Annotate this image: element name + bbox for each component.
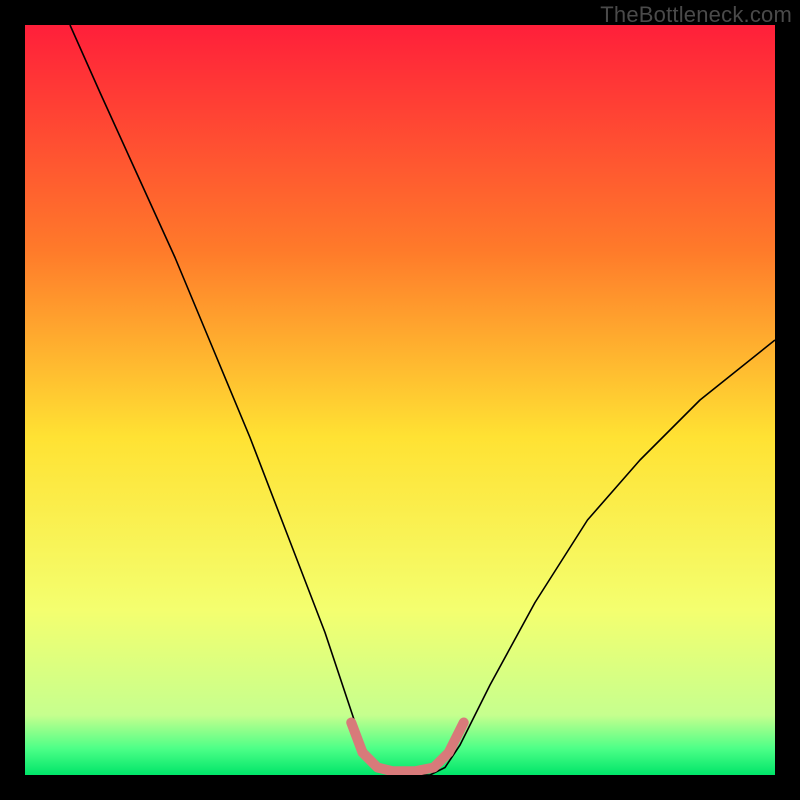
plot-area — [25, 25, 775, 775]
watermark-text: TheBottleneck.com — [600, 2, 792, 28]
chart-frame: TheBottleneck.com — [0, 0, 800, 800]
gradient-background — [25, 25, 775, 775]
chart-svg — [25, 25, 775, 775]
